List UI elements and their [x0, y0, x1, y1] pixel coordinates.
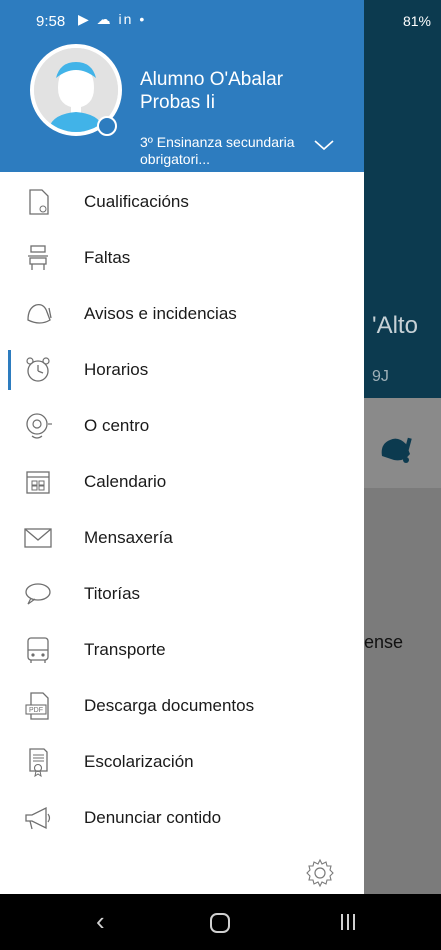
menu-item-faltas[interactable]: Faltas — [0, 230, 364, 286]
document-check-icon — [29, 189, 49, 215]
drawer-header[interactable]: 9:58 ▶ ☁ in • Alumno O'Abalar Probas Ii … — [0, 0, 364, 172]
svg-text:PDF: PDF — [29, 707, 43, 714]
menu-item-label: Mensaxería — [84, 528, 173, 547]
menu-item-mensaxeria[interactable]: Mensaxería — [0, 510, 364, 566]
menu-item-transporte[interactable]: Transporte — [0, 622, 364, 678]
status-bar: 9:58 ▶ ☁ in • — [0, 0, 364, 44]
menu-item-label: Denunciar contido — [84, 808, 222, 827]
bus-icon — [27, 637, 49, 663]
battery-text: 81% — [402, 13, 431, 29]
menu-item-descarga-documentos[interactable]: PDF Descarga documentos — [0, 678, 364, 734]
recent-apps-icon[interactable] — [338, 912, 358, 932]
camera-icon[interactable] — [97, 116, 117, 136]
certificate-icon — [29, 748, 48, 778]
menu-item-label: Transporte — [84, 640, 166, 659]
calendar-icon — [26, 471, 50, 494]
megaphone-icon — [25, 806, 51, 830]
menu-item-o-centro[interactable]: O centro — [0, 398, 364, 454]
navigation-drawer: 9:58 ▶ ☁ in • Alumno O'Abalar Probas Ii … — [0, 0, 364, 894]
menu-item-cualificacions[interactable]: Cualificacións — [0, 174, 364, 230]
bell-icon — [27, 304, 52, 324]
notification-icons: ▶ ☁ in • — [78, 11, 147, 27]
course-label: 3º Ensinanza secundaria obrigatori... — [140, 134, 295, 167]
envelope-icon — [24, 528, 52, 548]
menu-item-calendario[interactable]: Calendario — [0, 454, 364, 510]
background-bell-icon — [381, 437, 412, 463]
menu-item-label: Avisos e incidencias — [84, 304, 237, 323]
menu-item-label: O centro — [84, 416, 150, 435]
menu-item-label: Faltas — [84, 248, 131, 267]
menu-item-label: Escolarización — [84, 752, 194, 771]
menu-item-label: Horarios — [84, 360, 149, 379]
status-bar-right: 81% — [364, 0, 441, 44]
alarm-clock-icon — [26, 357, 50, 382]
menu-item-titorias[interactable]: Titorías — [0, 566, 364, 622]
status-time: 9:58 — [36, 13, 66, 30]
menu-item-avisos[interactable]: Avisos e incidencias — [0, 286, 364, 342]
background-text: ense — [364, 632, 404, 652]
menu-item-label: Titorías — [84, 584, 141, 603]
chat-bubble-icon — [25, 583, 51, 605]
background-subtitle: 9J — [372, 368, 389, 385]
pdf-icon: PDF — [25, 692, 49, 720]
background-title: 'Alto — [372, 312, 418, 339]
active-indicator — [8, 350, 11, 390]
menu-item-horarios[interactable]: Horarios — [0, 342, 364, 398]
home-icon[interactable] — [209, 912, 231, 934]
menu-item-escolarizacion[interactable]: Escolarización — [0, 734, 364, 790]
menu-item-label: Descarga documentos — [84, 696, 255, 715]
menu-item-denunciar-contido[interactable]: Denunciar contido — [0, 790, 364, 846]
student-name: Alumno O'Abalar Probas Ii — [140, 69, 284, 113]
school-bell-icon — [26, 413, 52, 439]
back-icon[interactable]: ‹ — [96, 906, 105, 937]
menu-item-label: Calendario — [84, 472, 167, 491]
desk-icon — [28, 245, 48, 270]
chevron-down-icon[interactable] — [313, 138, 335, 152]
system-navigation-bar: ‹ — [0, 894, 441, 950]
gear-icon[interactable] — [304, 857, 336, 889]
menu-item-label: Cualificacións — [84, 192, 189, 211]
